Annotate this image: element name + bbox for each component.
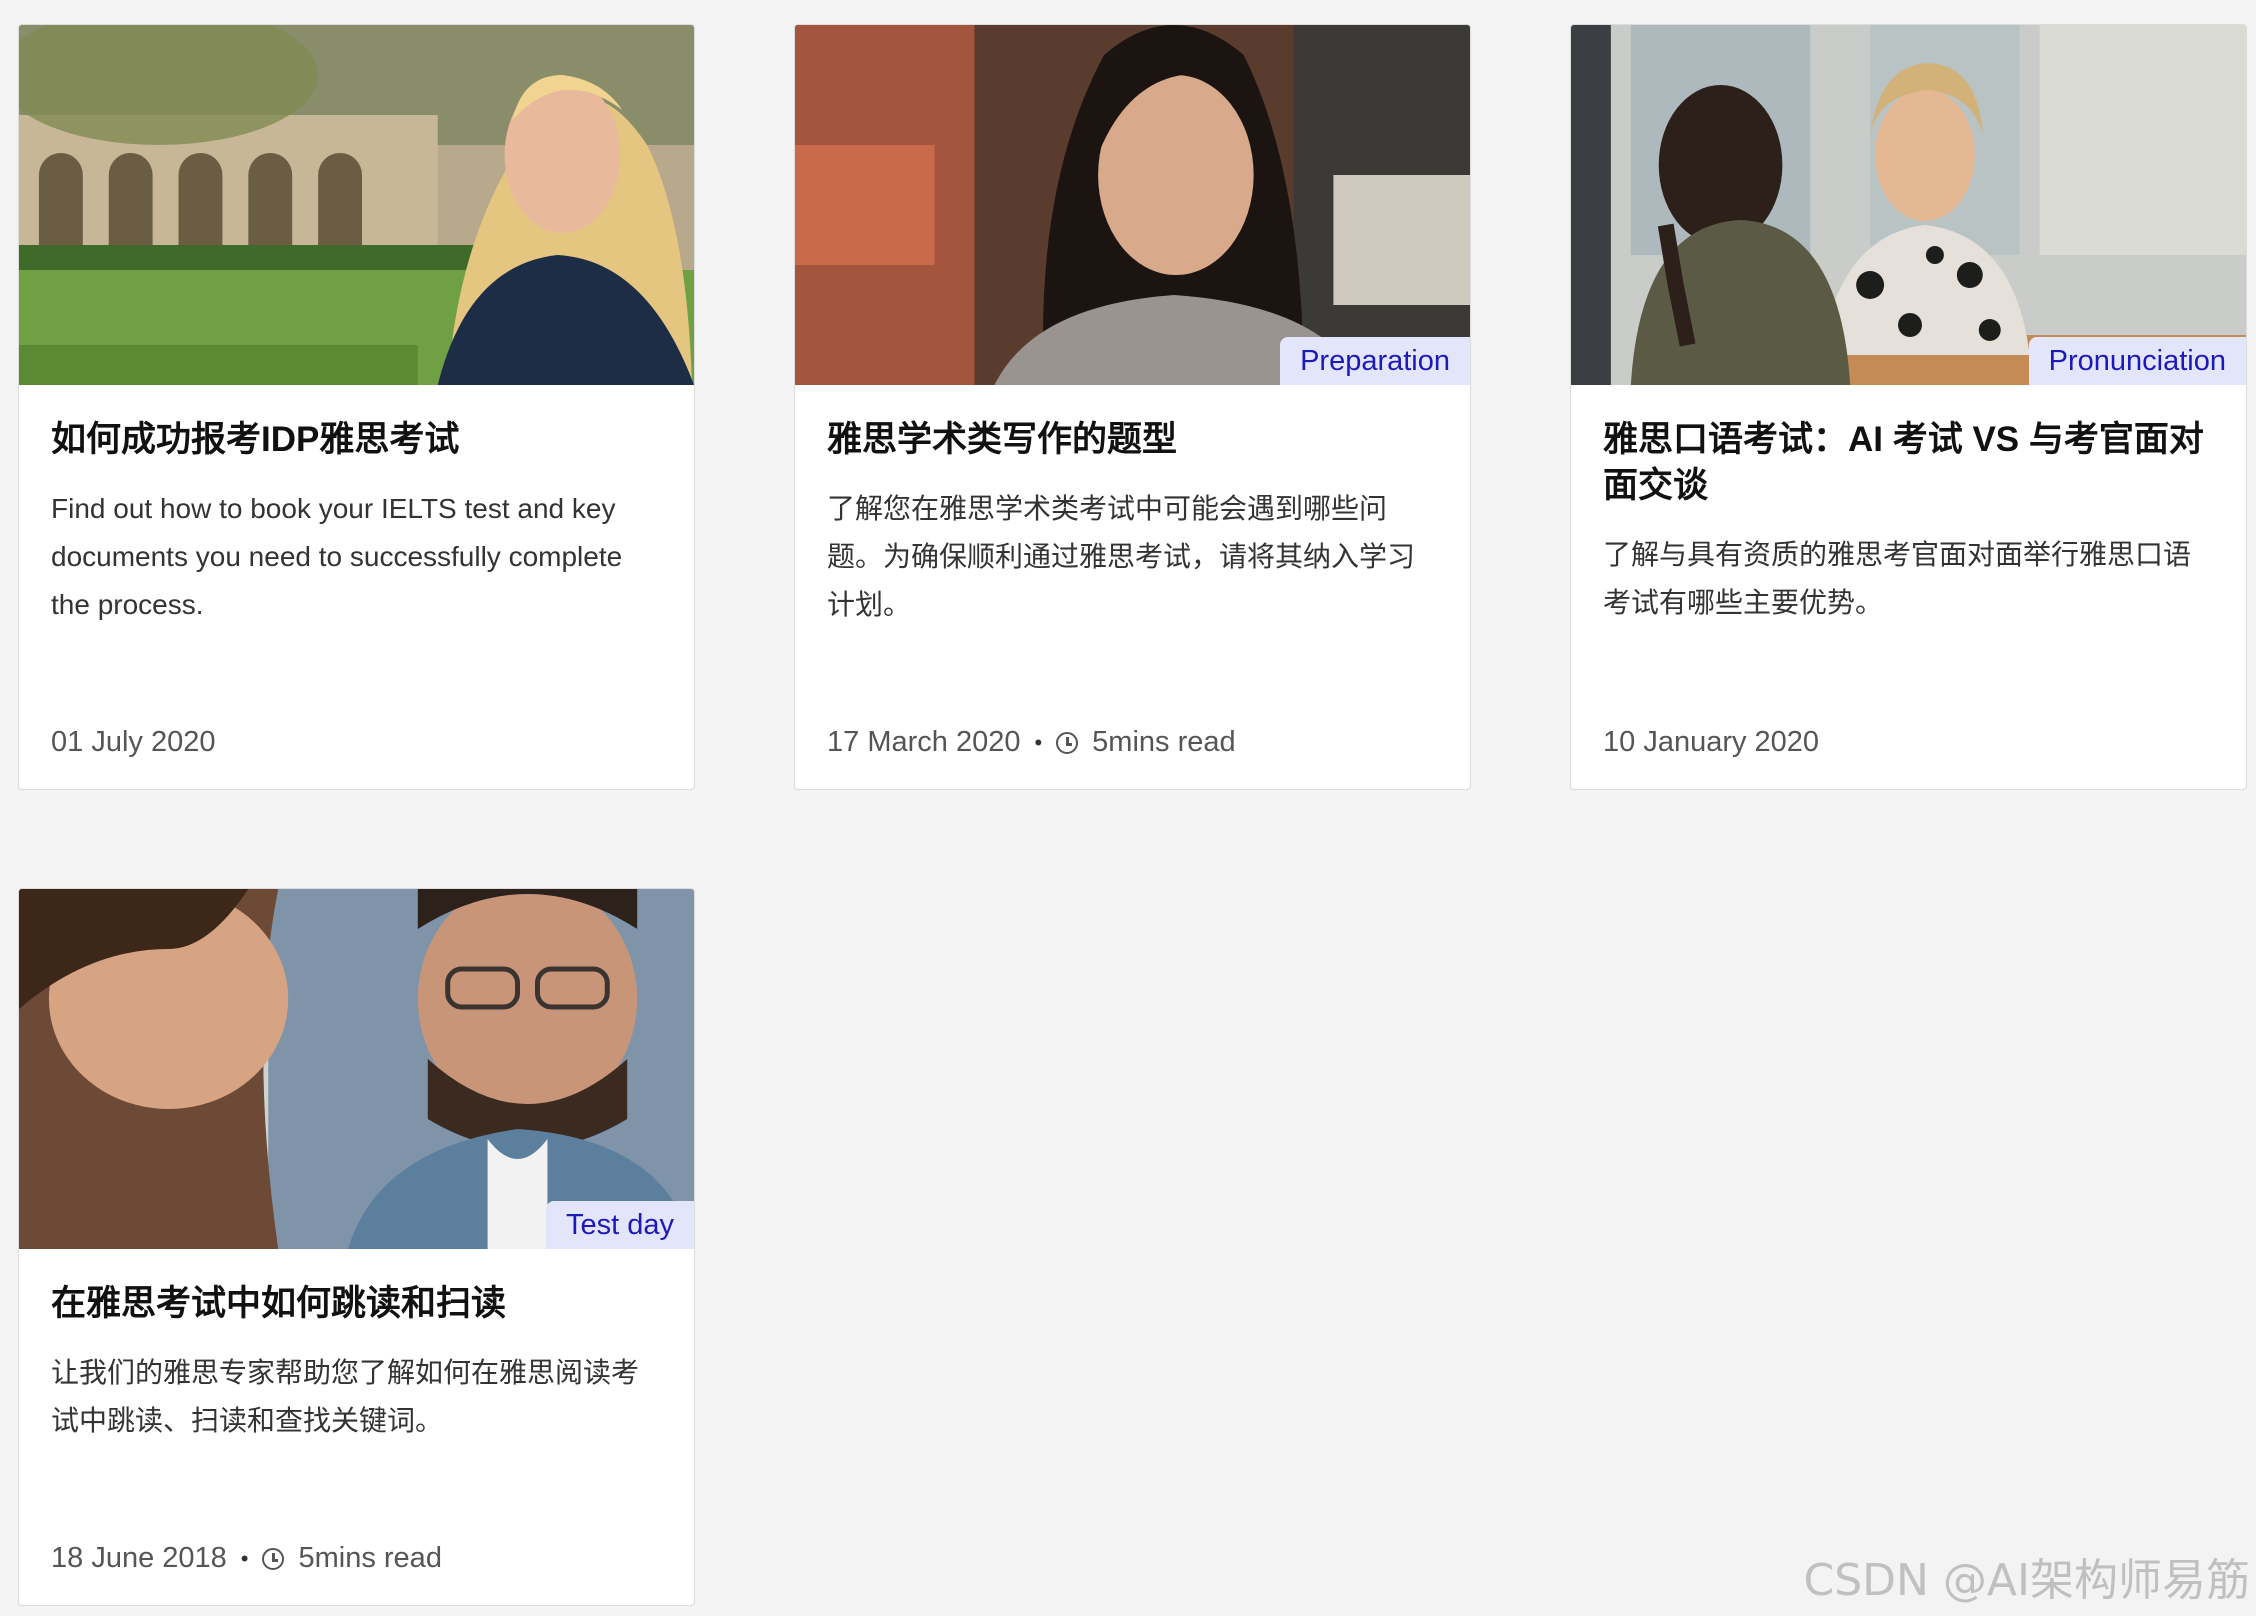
- article-date: 01 July 2020: [51, 726, 216, 758]
- article-description: Find out how to book your IELTS test and…: [51, 493, 623, 620]
- article-description: 了解您在雅思学术类考试中可能会遇到哪些问题。为确保顺利通过雅思考试，请将其纳入学…: [827, 493, 1416, 620]
- article-image-campus-woman[interactable]: [19, 25, 694, 385]
- article-card-1[interactable]: 如何成功报考IDP雅思考试 Find out how to book your …: [18, 24, 695, 790]
- category-tag[interactable]: Test day: [546, 1201, 694, 1249]
- separator-dot: •: [240, 1545, 249, 1571]
- watermark: CSDN @AI架构师易筋: [1803, 1555, 2250, 1606]
- article-title[interactable]: 雅思口语考试：AI 考试 VS 与考官面对面交谈: [1603, 417, 2214, 509]
- article-date: 10 January 2020: [1603, 726, 1820, 758]
- article-image-writing-woman[interactable]: Preparation: [795, 25, 1470, 385]
- clock-icon: [262, 1547, 285, 1570]
- article-card-2[interactable]: Preparation 雅思学术类写作的题型 了解您在雅思学术类考试中可能会遇到…: [794, 24, 1471, 790]
- photo-writing-woman: [795, 25, 1470, 385]
- clock-icon: [1056, 731, 1079, 754]
- photo-reading-pair: [19, 889, 694, 1249]
- article-title[interactable]: 雅思学术类写作的题型: [827, 417, 1438, 463]
- category-tag[interactable]: Preparation: [1280, 337, 1470, 385]
- photo-speaking-test: [1571, 25, 2246, 385]
- photo-campus-woman: [19, 25, 694, 385]
- article-card-3[interactable]: Pronunciation 雅思口语考试：AI 考试 VS 与考官面对面交谈 了…: [1570, 24, 2247, 790]
- article-meta: 18 June 2018 • 5mins read: [51, 1542, 442, 1575]
- read-time: 5mins read: [298, 1542, 442, 1574]
- article-description: 了解与具有资质的雅思考官面对面举行雅思口语考试有哪些主要优势。: [1603, 539, 2192, 618]
- article-image-speaking-test[interactable]: Pronunciation: [1571, 25, 2246, 385]
- article-card-4[interactable]: Test day 在雅思考试中如何跳读和扫读 让我们的雅思专家帮助您了解如何在雅…: [18, 888, 695, 1606]
- article-meta: 10 January 2020: [1603, 726, 1819, 759]
- category-tag[interactable]: Pronunciation: [2028, 337, 2246, 385]
- article-date: 17 March 2020: [827, 726, 1021, 758]
- article-title[interactable]: 如何成功报考IDP雅思考试: [51, 417, 662, 463]
- article-description: 让我们的雅思专家帮助您了解如何在雅思阅读考试中跳读、扫读和查找关键词。: [51, 1357, 640, 1436]
- article-image-reading-pair[interactable]: Test day: [19, 889, 694, 1249]
- read-time: 5mins read: [1092, 726, 1236, 758]
- separator-dot: •: [1034, 729, 1043, 755]
- article-title[interactable]: 在雅思考试中如何跳读和扫读: [51, 1281, 662, 1327]
- article-date: 18 June 2018: [51, 1542, 227, 1574]
- article-meta: 01 July 2020: [51, 726, 215, 759]
- article-meta: 17 March 2020 • 5mins read: [827, 726, 1236, 759]
